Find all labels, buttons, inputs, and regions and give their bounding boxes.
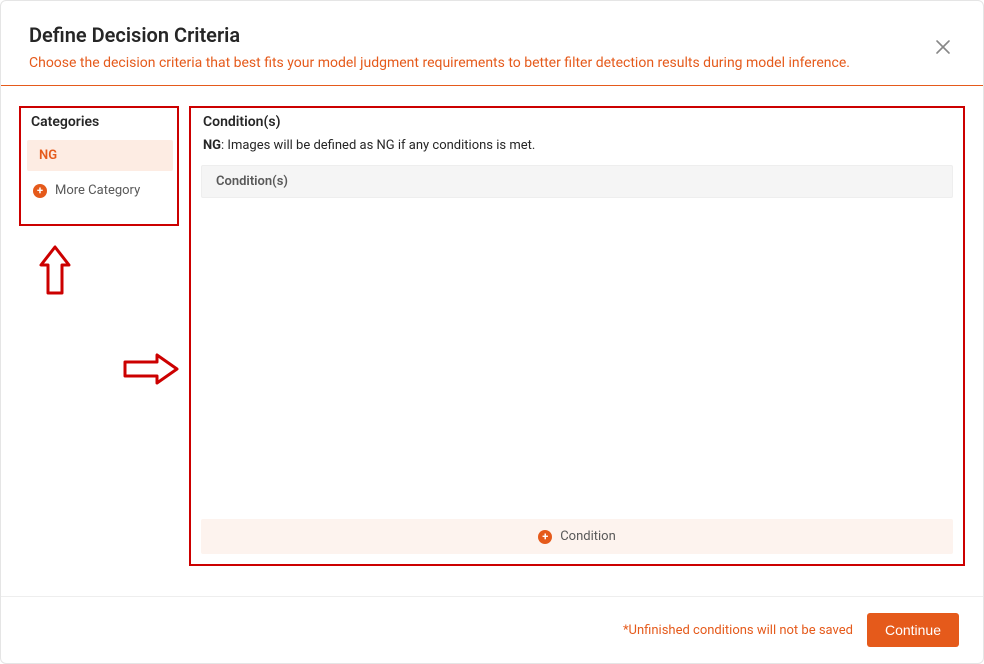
close-icon xyxy=(935,39,951,55)
conditions-title: Condition(s) xyxy=(201,114,953,130)
modal-subtitle: Choose the decision criteria that best f… xyxy=(29,53,955,73)
categories-panel: Categories NG + More Category xyxy=(19,106,179,226)
category-item-ng[interactable]: NG xyxy=(27,140,173,171)
conditions-table-header: Condition(s) xyxy=(201,165,953,198)
conditions-table-body xyxy=(201,198,953,519)
conditions-desc-bold: NG xyxy=(203,138,221,153)
plus-icon: + xyxy=(538,530,552,544)
conditions-desc-rest: : Images will be defined as NG if any co… xyxy=(221,138,535,153)
more-category-button[interactable]: + More Category xyxy=(27,179,173,202)
footer-note: *Unfinished conditions will not be saved xyxy=(623,623,853,638)
modal-footer: *Unfinished conditions will not be saved… xyxy=(1,596,983,663)
modal-title: Define Decision Criteria xyxy=(29,23,955,47)
add-condition-label: Condition xyxy=(560,529,616,544)
plus-icon: + xyxy=(33,184,47,198)
modal-header: Define Decision Criteria Choose the deci… xyxy=(1,1,983,85)
conditions-description: NG: Images will be defined as NG if any … xyxy=(201,138,953,153)
close-button[interactable] xyxy=(931,35,955,59)
conditions-panel: Condition(s) NG: Images will be defined … xyxy=(189,106,965,566)
decision-criteria-modal: Define Decision Criteria Choose the deci… xyxy=(0,0,984,664)
categories-title: Categories xyxy=(27,114,173,130)
annotation-arrow-up-icon xyxy=(35,245,75,297)
modal-body: Categories NG + More Category Condition(… xyxy=(1,86,983,596)
continue-button[interactable]: Continue xyxy=(867,613,959,647)
more-category-label: More Category xyxy=(55,183,140,198)
annotation-arrow-right-icon xyxy=(121,349,179,389)
add-condition-button[interactable]: + Condition xyxy=(201,519,953,554)
